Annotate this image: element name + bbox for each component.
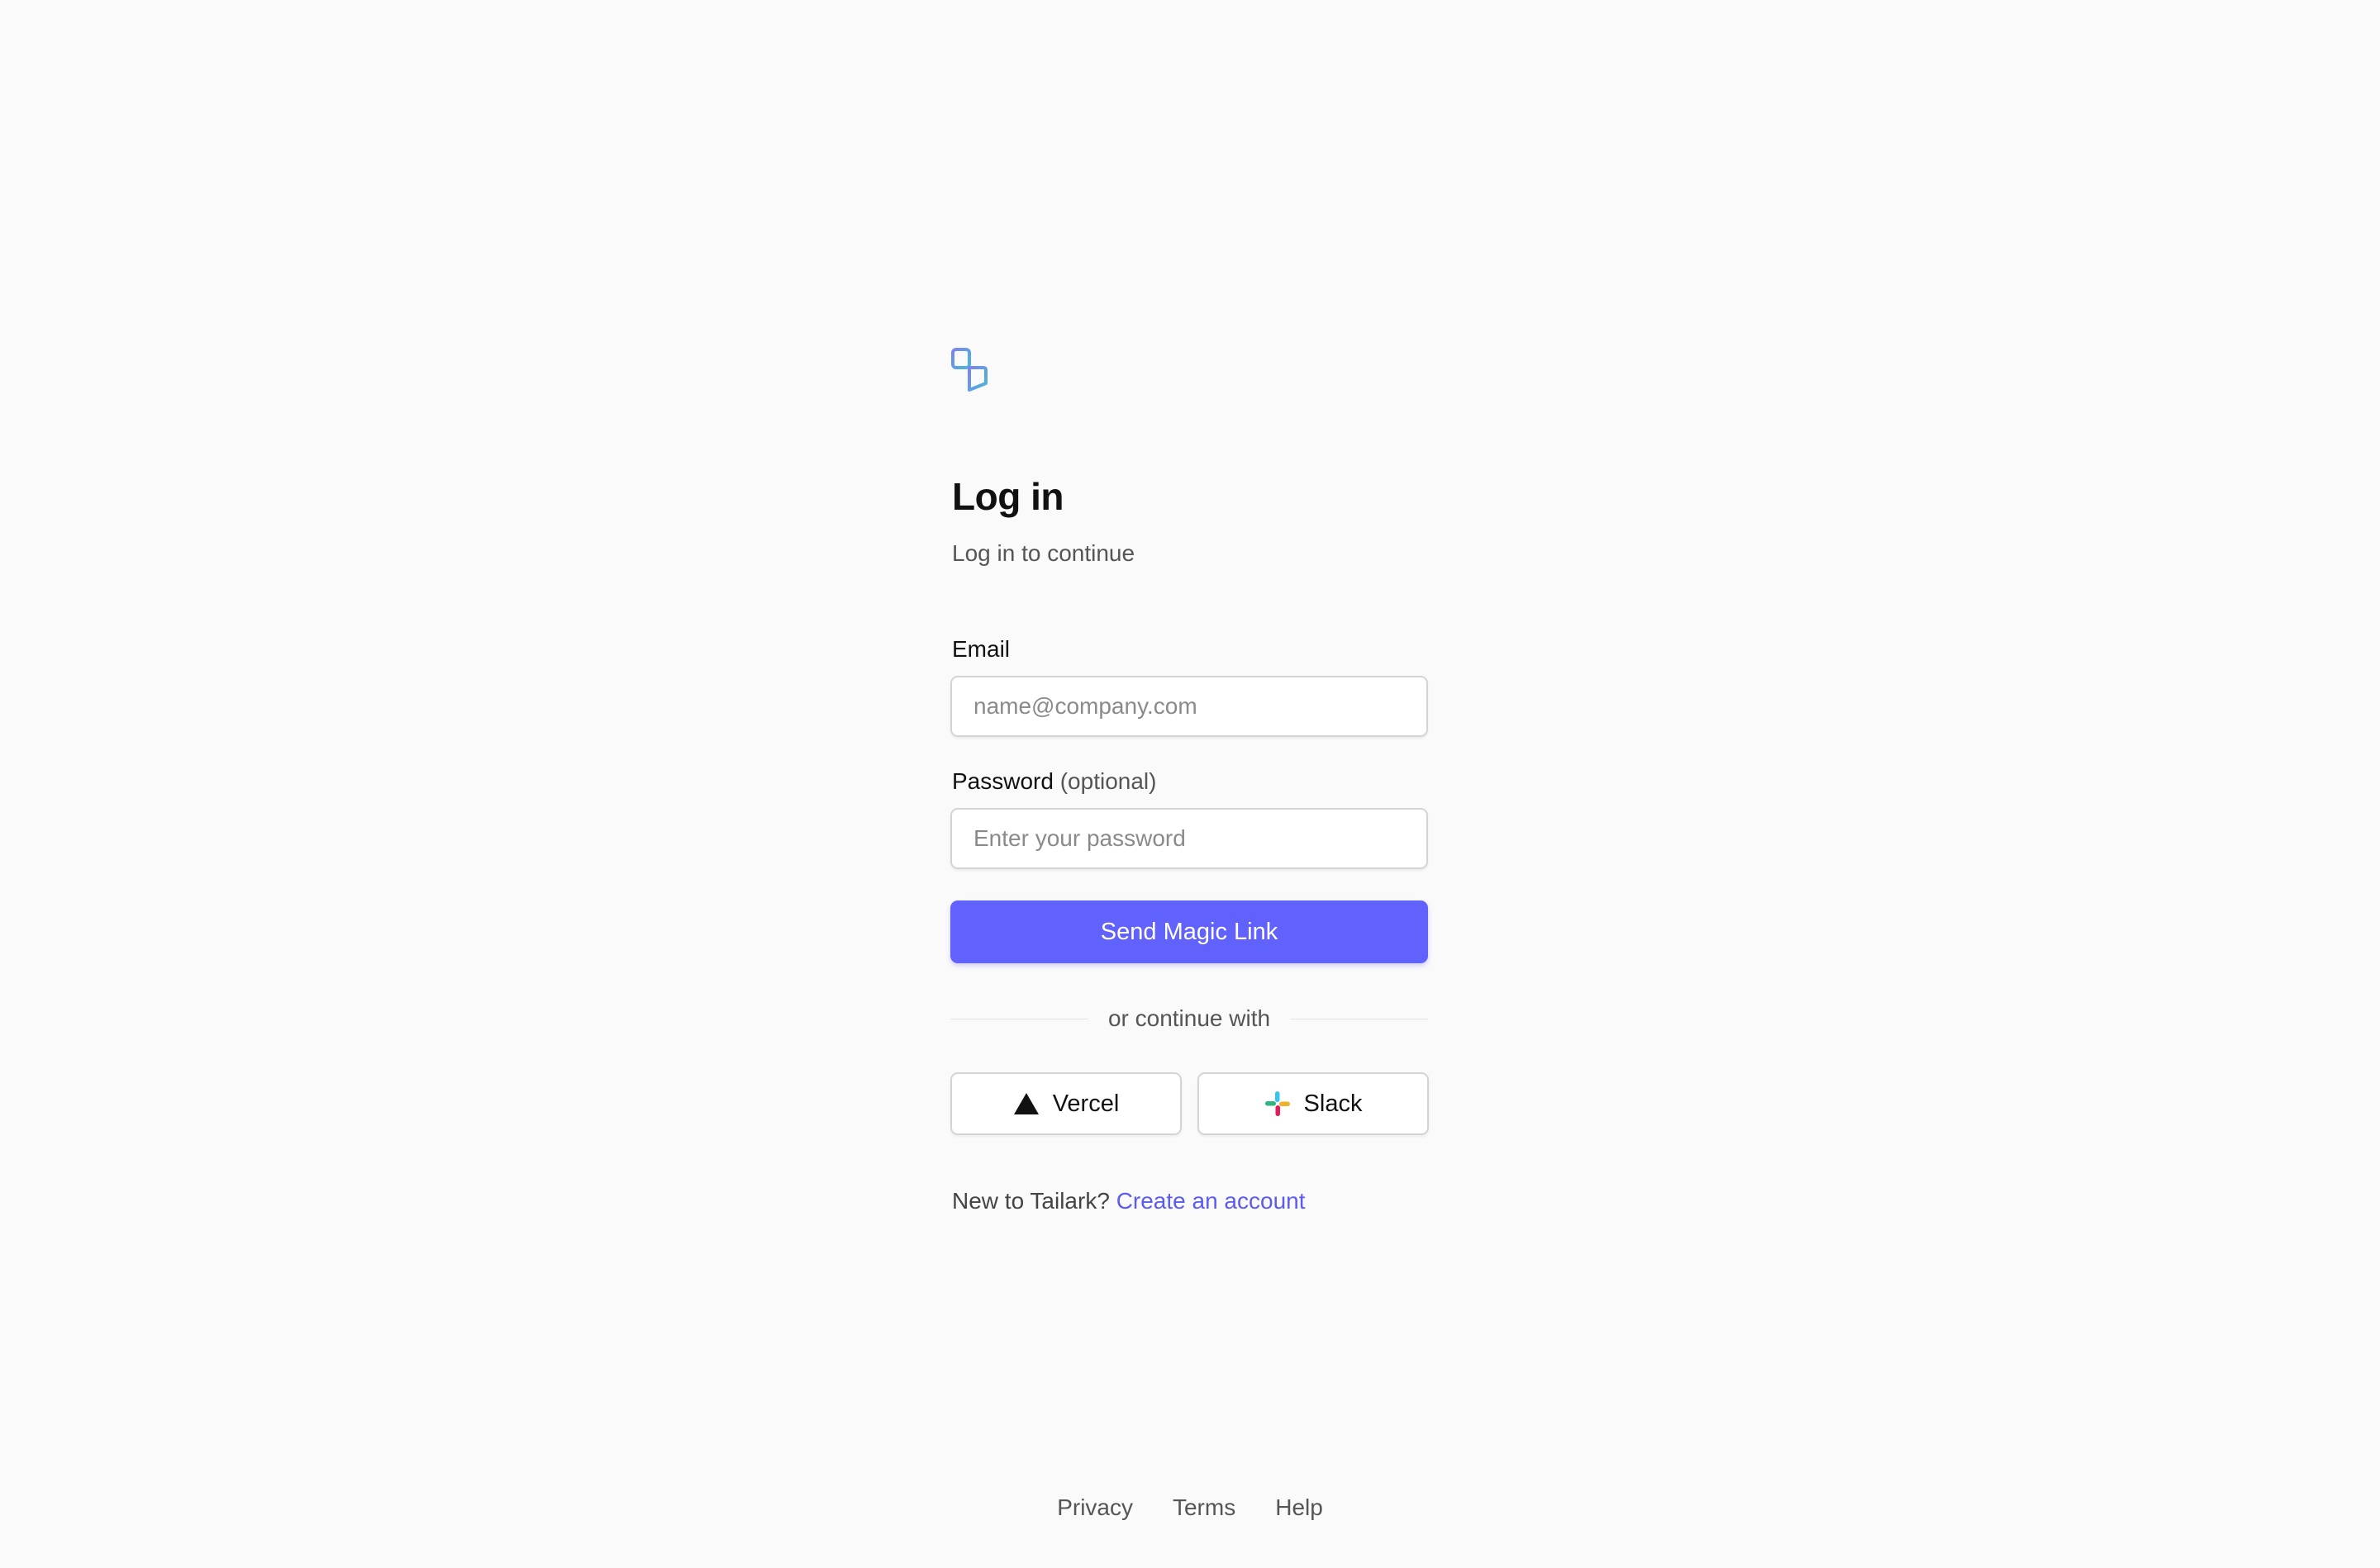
password-label-text: Password — [952, 768, 1054, 794]
vercel-triangle-icon — [1013, 1092, 1040, 1115]
vercel-label: Vercel — [1052, 1090, 1120, 1117]
footer-help-link[interactable]: Help — [1275, 1494, 1323, 1521]
send-magic-link-button[interactable]: Send Magic Link — [950, 900, 1428, 963]
password-label: Password (optional) — [952, 768, 1156, 795]
footer-terms-link[interactable]: Terms — [1173, 1494, 1235, 1521]
email-field[interactable] — [950, 676, 1428, 737]
divider-text: or continue with — [1107, 1005, 1271, 1031]
vercel-login-button[interactable]: Vercel — [950, 1072, 1182, 1135]
slack-login-button[interactable]: Slack — [1197, 1072, 1429, 1135]
create-account-link[interactable]: Create an account — [1116, 1188, 1306, 1214]
tailark-logo-icon — [951, 348, 988, 392]
or-continue-divider: or continue with — [950, 1000, 1429, 1037]
signup-prompt: New to Tailark? Create an account — [952, 1188, 1306, 1214]
footer-links: Privacy Terms Help — [0, 1494, 2380, 1521]
slack-label: Slack — [1303, 1090, 1363, 1117]
password-field[interactable] — [950, 808, 1428, 869]
slack-icon — [1264, 1090, 1291, 1117]
page-subtitle: Log in to continue — [952, 540, 1135, 566]
email-label: Email — [952, 636, 1011, 662]
page-title: Log in — [952, 475, 1064, 518]
password-optional-hint: (optional) — [1059, 768, 1157, 794]
signup-text: New to Tailark? — [952, 1188, 1110, 1214]
footer-privacy-link[interactable]: Privacy — [1057, 1494, 1133, 1521]
